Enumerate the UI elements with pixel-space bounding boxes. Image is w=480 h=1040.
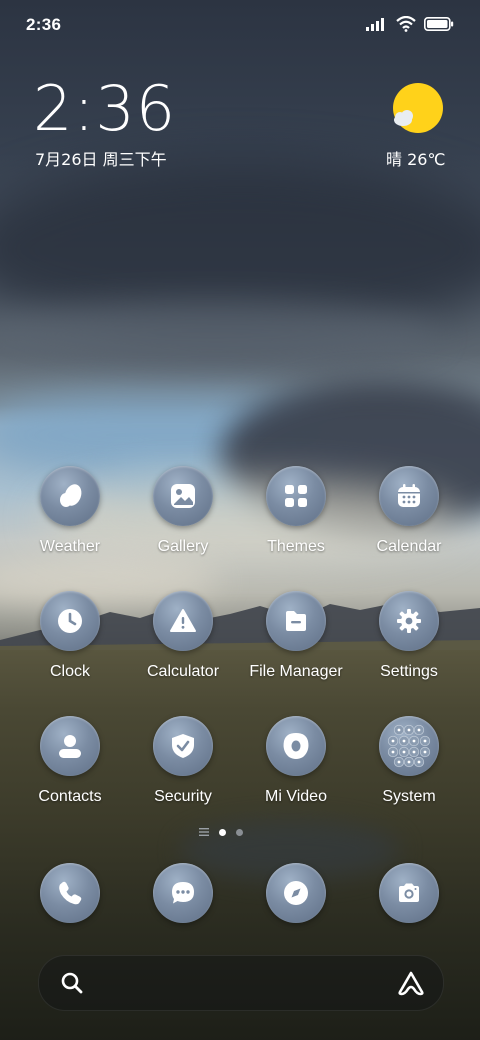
app-clock[interactable]: Clock xyxy=(14,591,126,699)
app-settings[interactable]: Settings xyxy=(353,591,465,699)
page-indicator[interactable] xyxy=(199,828,243,836)
camera-icon xyxy=(399,883,419,902)
app-gallery[interactable]: Gallery xyxy=(127,466,239,574)
clock-widget-date: 7月26日 周三下午 xyxy=(35,150,167,169)
clock-widget-time[interactable]: 2:36 xyxy=(33,78,176,140)
app-label: System xyxy=(382,788,436,805)
status-time: 2:36 xyxy=(26,15,62,34)
calculator-icon xyxy=(170,609,196,632)
gallery-icon xyxy=(171,484,195,508)
shield-icon xyxy=(172,734,194,758)
app-calculator[interactable]: Calculator xyxy=(127,591,239,699)
page-dot-active xyxy=(219,828,226,836)
app-themes[interactable]: Themes xyxy=(240,466,352,574)
message-icon xyxy=(172,882,194,904)
assistant-icon[interactable] xyxy=(397,970,425,996)
clock-icon xyxy=(58,609,82,633)
signal-icon xyxy=(366,18,384,31)
search-icon[interactable] xyxy=(60,971,84,995)
contacts-icon xyxy=(59,735,81,758)
dock-browser[interactable] xyxy=(266,863,326,923)
app-file-manager[interactable]: File Manager xyxy=(240,591,352,699)
sun-with-cloud-icon[interactable] xyxy=(388,82,446,140)
folder-system[interactable]: System xyxy=(353,716,465,824)
app-label: Security xyxy=(154,788,212,805)
search-bar[interactable] xyxy=(38,955,444,1011)
wifi-icon xyxy=(396,16,416,32)
dock-messaging[interactable] xyxy=(153,863,213,923)
video-icon xyxy=(283,733,309,759)
app-label: Weather xyxy=(39,538,101,555)
dock-phone[interactable] xyxy=(40,863,100,923)
page-list-icon xyxy=(199,828,209,836)
app-label: Mi Video xyxy=(265,788,327,805)
calendar-icon xyxy=(398,484,420,507)
app-contacts[interactable]: Contacts xyxy=(14,716,126,824)
app-label: Calendar xyxy=(376,538,442,555)
app-security[interactable]: Security xyxy=(127,716,239,824)
weather-widget-text: 晴 26℃ xyxy=(386,150,446,169)
app-label: File Manager xyxy=(249,663,343,680)
themes-icon xyxy=(285,485,307,507)
folder-grid-icon xyxy=(387,724,431,768)
status-bar: 2:36 xyxy=(0,0,480,50)
app-weather[interactable]: Weather xyxy=(14,466,126,574)
app-label: Themes xyxy=(267,538,325,555)
gear-icon xyxy=(397,609,421,633)
phone-icon xyxy=(59,881,82,905)
compass-icon xyxy=(284,881,308,905)
dock-camera[interactable] xyxy=(379,863,439,923)
app-calendar[interactable]: Calendar xyxy=(353,466,465,574)
battery-icon xyxy=(424,17,454,31)
page-dot xyxy=(236,828,243,836)
app-label: Clock xyxy=(49,663,90,680)
folder-icon xyxy=(286,611,306,631)
app-label: Contacts xyxy=(38,788,102,805)
app-mi-video[interactable]: Mi Video xyxy=(240,716,352,824)
app-label: Calculator xyxy=(146,663,220,680)
app-label: Gallery xyxy=(157,538,209,555)
weather-icon xyxy=(60,484,82,507)
app-label: Settings xyxy=(380,663,438,680)
